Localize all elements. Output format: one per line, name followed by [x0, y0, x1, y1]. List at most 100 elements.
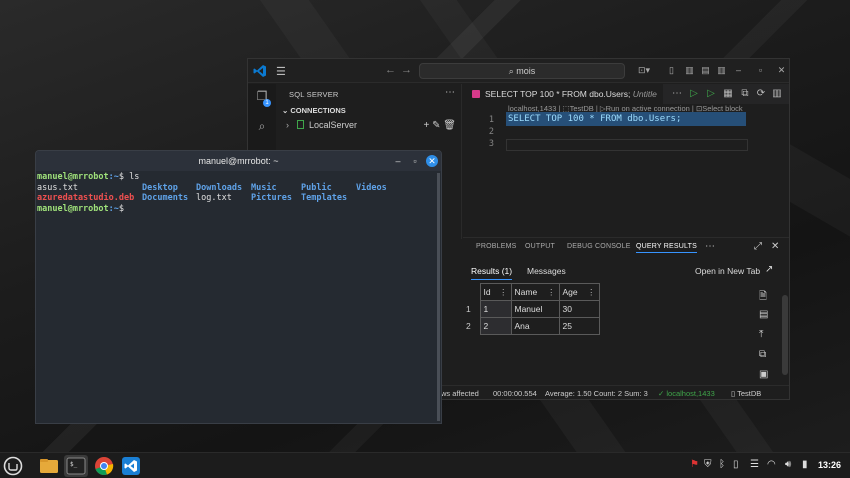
cell-name[interactable]: Manuel	[510, 300, 560, 318]
grid-icon[interactable]: ▦	[722, 88, 734, 100]
file-entry: log.txt	[196, 193, 232, 203]
column-menu-icon[interactable]: ⋮	[547, 287, 556, 298]
column-menu-icon[interactable]: ⋮	[499, 287, 508, 298]
toggle-sidebar-icon[interactable]: ▥	[684, 65, 695, 76]
sql-code-line[interactable]: SELECT TOP 100 * FROM dbo.Users;	[506, 112, 746, 126]
maximize-icon[interactable]: ▫	[409, 155, 421, 167]
elapsed-time: 00:00:00.554	[493, 389, 537, 398]
flag-icon[interactable]: ⚑	[690, 459, 699, 470]
dir-entry: Downloads	[196, 182, 243, 193]
cell-name[interactable]: Ana	[510, 317, 560, 335]
external-link-icon[interactable]: ↗	[765, 264, 773, 275]
line-number: 2	[488, 127, 494, 137]
close-icon[interactable]: ✕	[426, 155, 438, 167]
minimize-icon[interactable]: –	[733, 65, 744, 76]
dir-entry: Public	[301, 182, 332, 193]
files-icon[interactable]	[39, 456, 59, 476]
update-icon[interactable]: ⛨	[704, 459, 712, 470]
battery-icon[interactable]: ▮	[802, 459, 808, 470]
toggle-panel-icon[interactable]: ▤	[700, 65, 711, 76]
clipboard-icon[interactable]: ▯	[733, 459, 739, 470]
toggle-secondary-icon[interactable]: ▥	[716, 65, 727, 76]
save-as-excel-icon[interactable]: ▤	[759, 309, 768, 320]
chart-icon[interactable]: ▣	[759, 369, 768, 380]
notification-badge: 1	[263, 99, 271, 107]
forward-arrow-icon[interactable]: →	[401, 64, 412, 76]
column-header-name[interactable]: Name ⋮	[510, 283, 560, 301]
tab-results[interactable]: Results (1)	[471, 266, 513, 280]
clock[interactable]: 13:26	[818, 460, 841, 470]
maximize-icon[interactable]: ▫	[755, 65, 766, 76]
split-editor-icon[interactable]: ▥	[771, 88, 783, 100]
save-as-csv-icon[interactable]: 🗎︎	[759, 289, 767, 306]
database-status[interactable]: ▯ TestDB	[731, 389, 761, 398]
column-header-age[interactable]: Age ⋮	[558, 283, 600, 301]
edit-icon[interactable]: ✎	[432, 120, 440, 131]
network-icon[interactable]: ☰	[750, 459, 759, 470]
vscode-icon[interactable]	[121, 456, 141, 476]
tab-problems[interactable]: PROBLEMS	[476, 243, 517, 250]
server-icon	[296, 120, 304, 129]
chrome-icon[interactable]	[94, 456, 114, 476]
run-icon[interactable]: ▷	[688, 88, 700, 100]
table-row[interactable]: 1 1 Manuel 30	[463, 300, 600, 318]
query-editor-tab[interactable]: SELECT TOP 100 * FROM dbo.Users; Untitle	[463, 84, 663, 104]
column-menu-icon[interactable]: ⋮	[587, 287, 596, 298]
open-in-new-tab-link[interactable]: Open in New Tab	[695, 266, 760, 276]
cell-id[interactable]: 1	[479, 300, 512, 318]
dir-entry: Videos	[356, 182, 387, 193]
run-icon[interactable]: ▷	[705, 88, 717, 100]
more-actions-icon[interactable]: ⋯	[445, 87, 455, 98]
save-as-json-icon[interactable]: ⤒	[759, 329, 763, 340]
column-header-id[interactable]: Id ⋮	[479, 283, 512, 301]
back-arrow-icon[interactable]: ←	[385, 64, 396, 76]
cell-age[interactable]: 30	[558, 300, 600, 318]
dir-entry: Pictures	[251, 193, 292, 203]
volume-icon[interactable]: 🔊︎	[785, 459, 791, 470]
more-tabs-icon[interactable]: ⋯	[671, 88, 683, 100]
menu-icon[interactable]: ☰	[276, 65, 286, 78]
cell-age[interactable]: 25	[558, 317, 600, 335]
bluetooth-icon[interactable]: ᛒ	[719, 459, 725, 470]
table-row[interactable]: 2 2 Ana 25	[463, 317, 600, 335]
sync-icon[interactable]: ⟳	[755, 88, 767, 100]
chevron-right-icon: ›	[286, 120, 294, 130]
vscode-logo-icon	[253, 65, 266, 77]
more-actions-icon[interactable]: ⋯	[705, 241, 715, 252]
results-scrollbar[interactable]	[782, 295, 788, 375]
maximize-panel-icon[interactable]: ⤢	[754, 241, 762, 252]
command-search-input[interactable]: ⌕ mois	[419, 63, 625, 79]
connections-header[interactable]: ⌄ CONNECTIONS	[282, 106, 346, 115]
copy-icon[interactable]: ⧉	[759, 349, 766, 360]
add-connection-icon[interactable]: +	[424, 120, 430, 131]
file-entry: asus.txt	[37, 182, 78, 193]
tab-debug-console[interactable]: DEBUG CONSOLE	[567, 243, 631, 250]
selection-stats: Average: 1.50 Count: 2 Sum: 3	[545, 389, 648, 398]
terminal-scrollbar[interactable]	[437, 173, 440, 421]
copilot-icon[interactable]: ⊡▾	[635, 65, 653, 76]
minimize-icon[interactable]: –	[392, 155, 404, 167]
tab-messages[interactable]: Messages	[527, 266, 566, 276]
close-icon[interactable]: ✕	[776, 65, 787, 76]
tab-query-results[interactable]: QUERY RESULTS	[636, 243, 697, 253]
window-title: manuel@mrrobot: ~	[198, 156, 279, 166]
cell-id[interactable]: 2	[479, 317, 512, 335]
connection-status[interactable]: ✓ localhost,1433	[658, 389, 715, 398]
close-panel-icon[interactable]: ✕	[771, 241, 779, 252]
row-number: 2	[463, 317, 481, 335]
wifi-icon[interactable]: ◠	[767, 459, 776, 470]
editor-tab-bar: SELECT TOP 100 * FROM dbo.Users; Untitle…	[463, 84, 789, 104]
panel-tab-bar: PROBLEMS OUTPUT DEBUG CONSOLE QUERY RESU…	[463, 237, 789, 255]
terminal-icon[interactable]: $_	[66, 456, 86, 476]
delete-icon[interactable]: 🗑︎	[443, 120, 456, 131]
line-number: 3	[488, 139, 494, 149]
tab-output[interactable]: OUTPUT	[525, 243, 555, 250]
server-node-localserver[interactable]: › LocalServer + ✎ 🗑︎	[286, 120, 456, 134]
terminal-output[interactable]: manuel@mrrobot:~$ ls asus.txt Desktop Do…	[37, 172, 435, 422]
compare-icon[interactable]: ⧉	[739, 88, 751, 100]
cursor-line[interactable]	[506, 139, 748, 151]
menu-icon[interactable]	[3, 456, 23, 476]
layout-panel-icon[interactable]: ▯	[666, 65, 677, 76]
grid-header-row: Id ⋮ Name ⋮ Age ⋮	[463, 283, 600, 301]
search-icon[interactable]: ⌕	[255, 119, 269, 133]
